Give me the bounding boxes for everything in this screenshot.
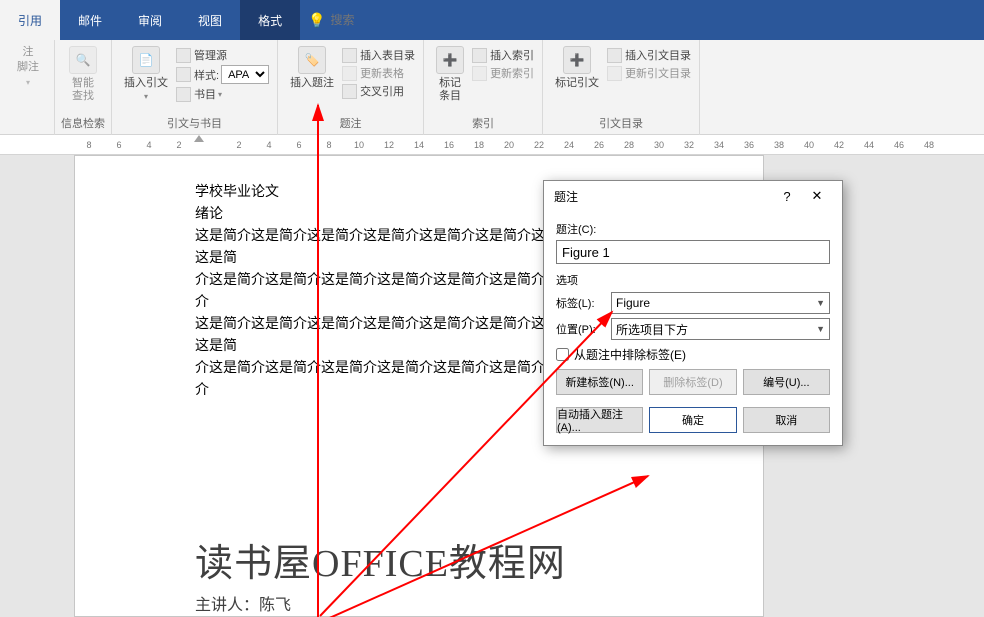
style-icon	[176, 67, 191, 82]
options-label: 选项	[556, 272, 830, 288]
ruler-tick: 2	[224, 140, 254, 150]
help-button[interactable]: ?	[772, 189, 802, 204]
indent-marker-top[interactable]	[194, 135, 204, 142]
ruler-tick: 32	[674, 140, 704, 150]
exclude-checkbox-input[interactable]	[556, 348, 569, 361]
tab-view[interactable]: 视图	[180, 0, 240, 40]
bibliography-button[interactable]: 书目▾	[176, 85, 269, 103]
tab-review[interactable]: 审阅	[120, 0, 180, 40]
insert-caption-button[interactable]: 🏷️ 插入题注	[284, 42, 340, 113]
style-select[interactable]: 样式:APA	[176, 64, 269, 85]
update-index-button[interactable]: 更新索引	[472, 64, 534, 82]
citation-icon: 📄	[132, 46, 160, 74]
auth-icon	[607, 48, 622, 63]
group-authorities-label: 引文目录	[599, 113, 643, 135]
ruler-tick: 8	[74, 140, 104, 150]
position-label: 位置(P):	[556, 321, 611, 337]
numbering-button[interactable]: 编号(U)...	[743, 369, 830, 395]
cancel-button[interactable]: 取消	[743, 407, 830, 433]
delete-label-button: 删除标签(D)	[649, 369, 736, 395]
exclude-label-checkbox[interactable]: 从题注中排除标签(E)	[556, 346, 830, 363]
ruler-tick: 38	[764, 140, 794, 150]
ruler-tick: 18	[464, 140, 494, 150]
ruler-tick: 10	[344, 140, 374, 150]
ruler-tick: 12	[374, 140, 404, 150]
caption-icon: 🏷️	[298, 46, 326, 74]
toc-icon	[342, 48, 357, 63]
search-box[interactable]: 💡	[308, 12, 485, 29]
ruler-tick: 40	[794, 140, 824, 150]
search-icon: 💡	[308, 12, 325, 29]
ruler-tick: 4	[254, 140, 284, 150]
update-index-icon	[472, 66, 487, 81]
auto-caption-button[interactable]: 自动插入题注(A)...	[556, 407, 643, 433]
ruler-tick: 28	[614, 140, 644, 150]
new-label-button[interactable]: 新建标签(N)...	[556, 369, 643, 395]
index-icon	[472, 48, 487, 63]
doc-title: 读书屋OFFICE教程网	[195, 532, 643, 587]
tab-format[interactable]: 格式	[240, 0, 300, 40]
crossref-icon	[342, 84, 357, 99]
group-citations-label: 引文与书目	[167, 113, 222, 135]
ruler-tick: 6	[104, 140, 134, 150]
horizontal-ruler[interactable]: 8642246810121416182022242628303234363840…	[0, 135, 984, 155]
ruler-tick: 26	[584, 140, 614, 150]
ruler-tick: 16	[434, 140, 464, 150]
ruler-tick: 34	[704, 140, 734, 150]
ruler-tick: 44	[854, 140, 884, 150]
manage-sources-button[interactable]: 管理源	[176, 46, 269, 64]
cross-reference-button[interactable]: 交叉引用	[342, 82, 415, 100]
ruler-tick: 6	[284, 140, 314, 150]
sources-icon	[176, 48, 191, 63]
insert-citation-button[interactable]: 📄 插入引文 ▾	[118, 42, 174, 113]
search-input[interactable]	[331, 13, 486, 27]
caption-dialog: 题注 ? ✕ 题注(C): 选项 标签(L): Figure▼ 位置(P): 所…	[543, 180, 843, 446]
chevron-down-icon: ▼	[816, 298, 825, 308]
ruler-tick: 30	[644, 140, 674, 150]
ok-button[interactable]: 确定	[649, 407, 736, 433]
group-index-label: 索引	[472, 113, 494, 135]
close-button[interactable]: ✕	[802, 188, 832, 204]
insert-authorities-button[interactable]: 插入引文目录	[607, 46, 691, 64]
ruler-tick: 36	[734, 140, 764, 150]
ruler-tick: 46	[884, 140, 914, 150]
group-captions-label: 题注	[340, 113, 362, 135]
bib-icon	[176, 87, 191, 102]
search-icon: 🔍	[69, 46, 97, 74]
dialog-title: 题注	[554, 188, 578, 205]
insert-table-figures-button[interactable]: 插入表目录	[342, 46, 415, 64]
ruler-tick: 8	[314, 140, 344, 150]
label-select[interactable]: Figure▼	[611, 292, 830, 314]
ruler-tick: 24	[554, 140, 584, 150]
update-table-button[interactable]: 更新表格	[342, 64, 415, 82]
caption-input[interactable]	[556, 240, 830, 264]
update-auth-icon	[607, 66, 622, 81]
mark-entry-button[interactable]: ➕ 标记 条目	[430, 42, 470, 113]
update-icon	[342, 66, 357, 81]
doc-subtitle: 主讲人：陈飞	[195, 591, 643, 615]
tab-mail[interactable]: 邮件	[60, 0, 120, 40]
ruler-tick: 22	[524, 140, 554, 150]
label-label: 标签(L):	[556, 295, 611, 311]
chevron-down-icon: ▼	[816, 324, 825, 334]
mark-cite-icon: ➕	[563, 46, 591, 74]
mark-citation-button[interactable]: ➕ 标记引文	[549, 42, 605, 113]
ruler-tick: 48	[914, 140, 944, 150]
style-combo[interactable]: APA	[221, 65, 269, 84]
insert-index-button[interactable]: 插入索引	[472, 46, 534, 64]
ribbon: 注 脚注 ▾ 🔍 智能 查找 信息检索 📄 插入引文 ▾ 管理源 样式:APA	[0, 40, 984, 135]
footnote-button[interactable]: 注 脚注 ▾	[8, 42, 48, 117]
mark-icon: ➕	[436, 46, 464, 74]
ruler-tick: 42	[824, 140, 854, 150]
position-select[interactable]: 所选项目下方▼	[611, 318, 830, 340]
update-authorities-button[interactable]: 更新引文目录	[607, 64, 691, 82]
tab-references[interactable]: 引用	[0, 0, 60, 40]
smart-lookup-button[interactable]: 🔍 智能 查找	[63, 42, 103, 113]
group-research-label: 信息检索	[61, 113, 105, 135]
caption-label: 题注(C):	[556, 221, 830, 237]
ruler-tick: 4	[134, 140, 164, 150]
ruler-tick: 2	[164, 140, 194, 150]
ruler-tick: 20	[494, 140, 524, 150]
ruler-tick: 14	[404, 140, 434, 150]
